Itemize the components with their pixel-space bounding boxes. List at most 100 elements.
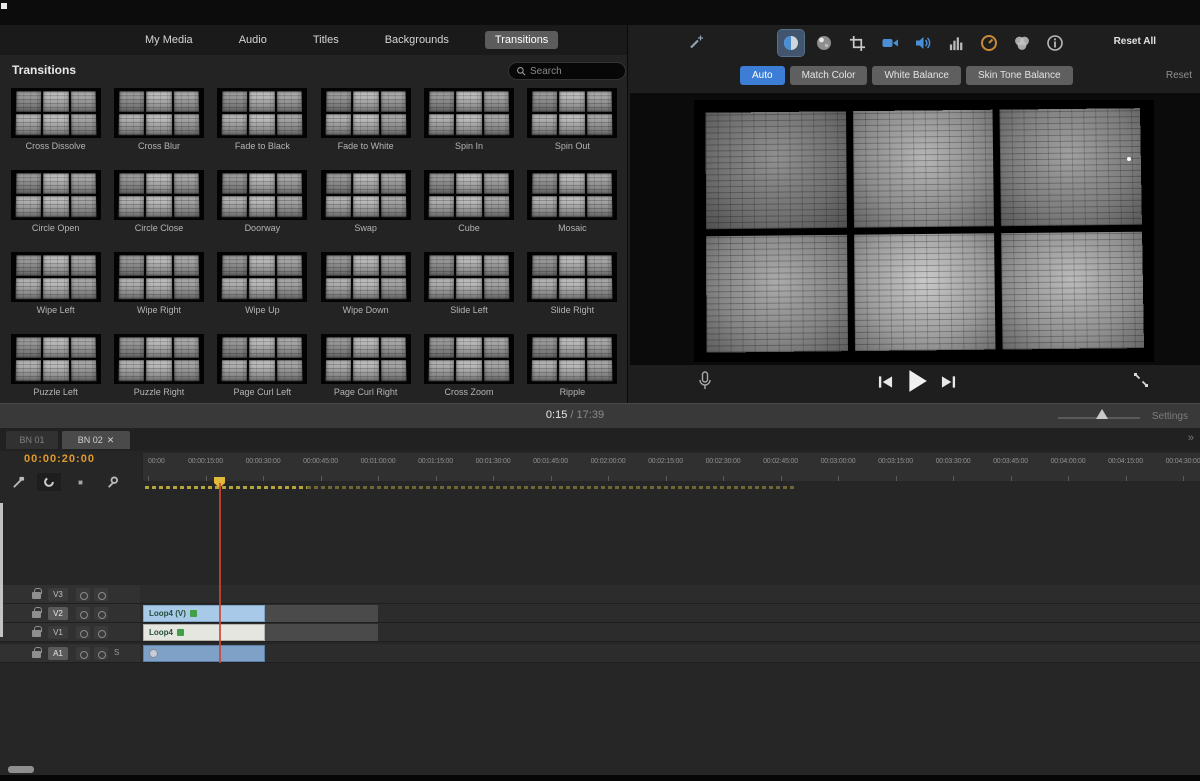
tab-my-media[interactable]: My Media bbox=[135, 31, 203, 49]
clip-body bbox=[143, 645, 265, 662]
transition-item-cube[interactable]: Cube bbox=[417, 170, 520, 252]
transition-item-wipe-up[interactable]: Wipe Up bbox=[211, 252, 314, 334]
wrench-tool-icon[interactable] bbox=[99, 473, 123, 491]
color-tab-skin-tone-balance[interactable]: Skin Tone Balance bbox=[966, 66, 1073, 85]
transition-item-wipe-right[interactable]: Wipe Right bbox=[107, 252, 210, 334]
transition-item-cross-blur[interactable]: Cross Blur bbox=[107, 88, 210, 170]
track-label-v2[interactable]: V2 bbox=[48, 607, 68, 620]
transition-label: Cube bbox=[417, 223, 520, 233]
tab-overflow-icon[interactable]: » bbox=[1188, 432, 1194, 444]
thumbnail-pane bbox=[484, 360, 510, 381]
transition-label: Page Curl Left bbox=[211, 387, 314, 397]
color-tab-auto[interactable]: Auto bbox=[740, 66, 785, 85]
transition-item-fade-to-black[interactable]: Fade to Black bbox=[211, 88, 314, 170]
lock-icon[interactable] bbox=[32, 651, 41, 658]
sequence-tab-2[interactable]: BN 02 ✕ bbox=[62, 431, 130, 449]
clip-filter-icon[interactable] bbox=[1009, 30, 1035, 56]
color-tab-white-balance[interactable]: White Balance bbox=[872, 66, 960, 85]
settings-button[interactable]: Settings bbox=[1152, 411, 1188, 422]
color-correction-icon[interactable] bbox=[811, 30, 837, 56]
zoom-slider-thumb[interactable] bbox=[1096, 409, 1108, 419]
track-label-v3[interactable]: V3 bbox=[48, 588, 68, 601]
total-duration: 17:39 bbox=[577, 409, 605, 421]
close-tab-icon[interactable]: ✕ bbox=[107, 435, 115, 446]
enhance-wand-icon[interactable] bbox=[688, 34, 704, 50]
thumbnail-pane bbox=[353, 337, 378, 358]
thumbnail-pane bbox=[456, 173, 481, 194]
thumbnail-pane bbox=[484, 196, 510, 217]
track-toggle-icon[interactable] bbox=[94, 626, 108, 639]
thumbnail-pane bbox=[222, 173, 247, 194]
transition-item-mosaic[interactable]: Mosaic bbox=[521, 170, 624, 252]
clip-loop4[interactable]: Loop4 bbox=[143, 624, 378, 641]
ruler-tick bbox=[263, 476, 264, 481]
transition-thumbnail bbox=[321, 88, 411, 138]
transition-item-cross-dissolve[interactable]: Cross Dissolve bbox=[4, 88, 107, 170]
clip-audio[interactable] bbox=[143, 645, 265, 662]
track-toggle-icon[interactable] bbox=[76, 588, 90, 601]
transition-item-spin-out[interactable]: Spin Out bbox=[521, 88, 624, 170]
transition-thumbnail bbox=[527, 334, 617, 384]
transition-item-circle-open[interactable]: Circle Open bbox=[4, 170, 107, 252]
clip-loop4-v[interactable]: Loop4 (V) bbox=[143, 605, 378, 622]
previous-frame-icon[interactable] bbox=[878, 375, 893, 389]
search-input[interactable]: Search bbox=[508, 62, 626, 80]
ruler-tick bbox=[148, 476, 149, 481]
tab-backgrounds[interactable]: Backgrounds bbox=[375, 31, 459, 49]
crop-icon[interactable] bbox=[844, 30, 870, 56]
tab-titles[interactable]: Titles bbox=[303, 31, 349, 49]
track-toggle-icon[interactable] bbox=[76, 607, 90, 620]
color-balance-icon[interactable] bbox=[778, 30, 804, 56]
cut-tool-icon[interactable] bbox=[6, 473, 30, 491]
track-toggle-icon[interactable] bbox=[76, 647, 90, 660]
thumbnail-pane bbox=[532, 337, 557, 358]
lock-icon[interactable] bbox=[32, 592, 41, 599]
transition-item-fade-to-white[interactable]: Fade to White bbox=[314, 88, 417, 170]
track-label-v1[interactable]: V1 bbox=[48, 626, 68, 639]
expand-icon[interactable] bbox=[1133, 372, 1149, 388]
thumbnail-pane bbox=[353, 173, 378, 194]
lock-icon[interactable] bbox=[32, 630, 41, 637]
tab-transitions[interactable]: Transitions bbox=[485, 31, 558, 49]
thumbnail-pane bbox=[146, 173, 171, 194]
transition-item-slide-right[interactable]: Slide Right bbox=[521, 252, 624, 334]
noise-eq-icon[interactable] bbox=[943, 30, 969, 56]
transition-item-spin-in[interactable]: Spin In bbox=[417, 88, 520, 170]
next-frame-icon[interactable] bbox=[941, 375, 956, 389]
track-label-a1[interactable]: A1 bbox=[48, 647, 68, 660]
solo-button[interactable]: S bbox=[114, 648, 119, 657]
thumbnail-pane bbox=[277, 91, 302, 112]
snap-tool-icon[interactable] bbox=[37, 473, 61, 491]
transition-item-wipe-left[interactable]: Wipe Left bbox=[4, 252, 107, 334]
track-toggle-icon[interactable] bbox=[76, 626, 90, 639]
transition-item-doorway[interactable]: Doorway bbox=[211, 170, 314, 252]
reset-button[interactable]: Reset bbox=[1166, 70, 1192, 81]
color-tab-match-color[interactable]: Match Color bbox=[790, 66, 868, 85]
reset-all-button[interactable]: Reset All bbox=[1114, 36, 1156, 47]
play-icon[interactable] bbox=[906, 369, 928, 393]
render-range-bright bbox=[145, 486, 307, 489]
track-toggle-icon[interactable] bbox=[94, 588, 108, 601]
transition-item-slide-left[interactable]: Slide Left bbox=[417, 252, 520, 334]
transition-item-circle-close[interactable]: Circle Close bbox=[107, 170, 210, 252]
stabilization-icon[interactable] bbox=[877, 30, 903, 56]
transition-label: Ripple bbox=[521, 387, 624, 397]
volume-icon[interactable] bbox=[910, 30, 936, 56]
tab-audio[interactable]: Audio bbox=[229, 31, 277, 49]
thumbnail-pane bbox=[325, 196, 351, 217]
lock-icon[interactable] bbox=[32, 611, 41, 618]
transition-item-swap[interactable]: Swap bbox=[314, 170, 417, 252]
microphone-icon[interactable] bbox=[698, 371, 712, 391]
track-toggle-icon[interactable] bbox=[94, 647, 108, 660]
marker-tool-icon[interactable] bbox=[68, 473, 92, 491]
transition-item-wipe-down[interactable]: Wipe Down bbox=[314, 252, 417, 334]
timeline-ruler[interactable]: 00:0000:00:15:0000:00:30:0000:00:45:0000… bbox=[142, 453, 1200, 481]
info-icon[interactable] bbox=[1042, 30, 1068, 56]
sequence-tab-1[interactable]: BN 01 bbox=[6, 431, 58, 449]
track-lane-v1: V1 Loop4 bbox=[0, 623, 1200, 642]
speed-icon[interactable] bbox=[976, 30, 1002, 56]
track-toggle-icon[interactable] bbox=[94, 607, 108, 620]
thumbnail-panes bbox=[15, 173, 96, 217]
thumbnail-pane bbox=[429, 173, 454, 194]
horizontal-scrollbar-thumb[interactable] bbox=[8, 766, 34, 773]
